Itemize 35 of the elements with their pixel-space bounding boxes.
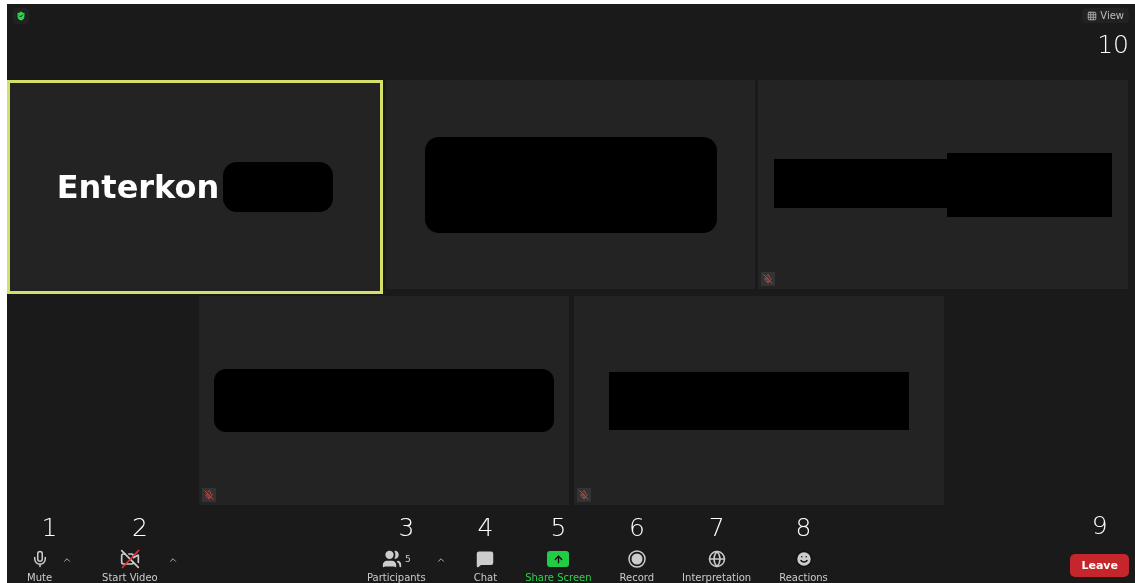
number-label: 8 — [795, 514, 812, 542]
participant-count: 5 — [405, 554, 411, 564]
record-icon — [627, 550, 646, 568]
share-button[interactable]: Share Screen — [525, 548, 592, 583]
people-icon — [382, 549, 402, 569]
chat-icon — [476, 550, 495, 568]
number-label: 4 — [477, 514, 494, 542]
number-label: 3 — [398, 514, 415, 542]
caret-button[interactable] — [62, 555, 73, 565]
chat-button[interactable]: Chat — [473, 548, 498, 583]
muted-icon — [761, 272, 775, 286]
share-screen-icon — [547, 551, 570, 567]
muted-icon — [201, 488, 216, 502]
leave-button[interactable]: Leave — [1070, 554, 1129, 577]
mute-button[interactable]: Mute — [27, 548, 53, 583]
muted-icon — [576, 488, 591, 502]
number-label: 5 — [550, 514, 567, 542]
caret-button[interactable] — [167, 555, 178, 565]
interpretation-button[interactable]: Interpretation — [682, 548, 752, 583]
video-button[interactable]: Start Video — [102, 548, 158, 583]
view-button[interactable]: View — [1082, 8, 1129, 23]
number-label: 10 — [1097, 31, 1129, 59]
caret-button[interactable] — [435, 555, 446, 565]
number-label: 9 — [1091, 512, 1108, 540]
participants-button[interactable]: 5 Participants — [367, 548, 426, 583]
reactions-button[interactable]: Reactions — [779, 548, 828, 583]
number-label: 1 — [41, 514, 58, 542]
security-shield-icon[interactable] — [13, 8, 29, 24]
number-label: 2 — [131, 514, 148, 542]
number-label: 6 — [628, 514, 645, 542]
number-label: 7 — [708, 514, 725, 542]
record-button[interactable]: Record — [619, 548, 655, 583]
globe-icon — [707, 550, 726, 568]
grid-icon — [1087, 10, 1098, 21]
participant-name: Enterkon — [56, 168, 220, 206]
